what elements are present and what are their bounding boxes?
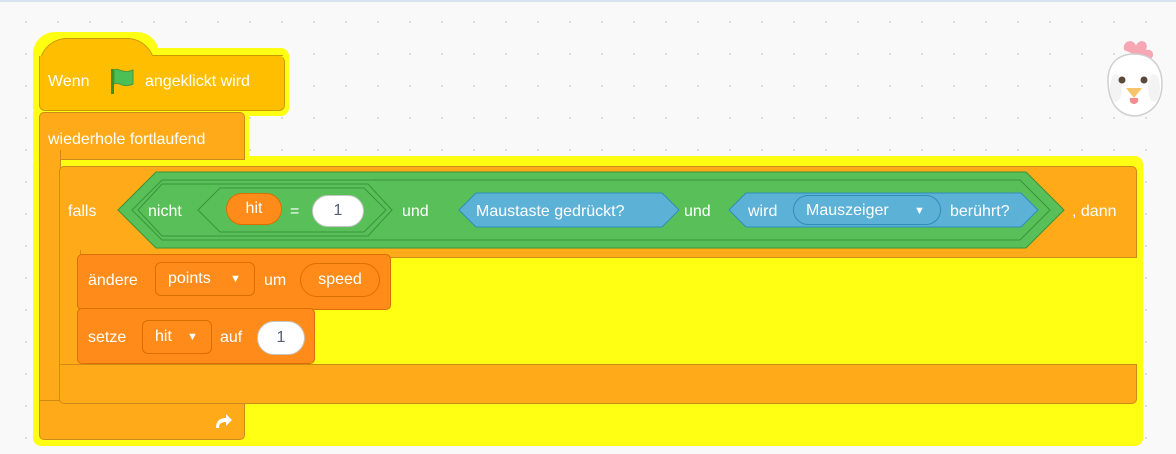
points-variable-dropdown[interactable]: points ▼ bbox=[155, 262, 255, 296]
and-label-1: und bbox=[402, 203, 429, 220]
then-label: , dann bbox=[1072, 203, 1117, 220]
forever-label: wiederhole fortlaufend bbox=[48, 131, 206, 148]
if-label: falls bbox=[68, 203, 97, 220]
clicked-label: angeklickt wird bbox=[145, 73, 250, 90]
hit-variable-reporter[interactable]: hit bbox=[226, 193, 282, 225]
green-flag-icon bbox=[111, 68, 134, 94]
by-label: um bbox=[264, 272, 287, 289]
speed-variable-reporter[interactable]: speed bbox=[300, 263, 380, 297]
when-label: Wenn bbox=[48, 73, 90, 90]
to-label: auf bbox=[220, 329, 243, 346]
chevron-down-icon: ▼ bbox=[914, 205, 925, 217]
equals-value-input[interactable]: 1 bbox=[312, 195, 364, 227]
touching-object-dropdown[interactable]: Mauszeiger ▼ bbox=[793, 195, 941, 225]
change-label: ändere bbox=[88, 272, 138, 289]
set-value-input[interactable]: 1 bbox=[257, 321, 305, 355]
chicken-sprite-icon bbox=[1107, 41, 1163, 117]
loop-arrow-icon bbox=[216, 414, 232, 428]
touching-label-before: wird bbox=[748, 203, 778, 220]
chevron-down-icon: ▼ bbox=[230, 273, 241, 285]
set-label: setze bbox=[88, 329, 127, 346]
touching-label-after: berührt? bbox=[950, 203, 1010, 220]
equals-operator: = bbox=[290, 203, 300, 220]
mouse-down-label: Maustaste gedrückt? bbox=[476, 203, 625, 220]
chevron-down-icon: ▼ bbox=[187, 331, 198, 343]
top-border bbox=[0, 0, 1176, 2]
not-label: nicht bbox=[148, 203, 182, 220]
hit-variable-dropdown[interactable]: hit ▼ bbox=[142, 320, 212, 354]
and-label-2: und bbox=[684, 203, 711, 220]
